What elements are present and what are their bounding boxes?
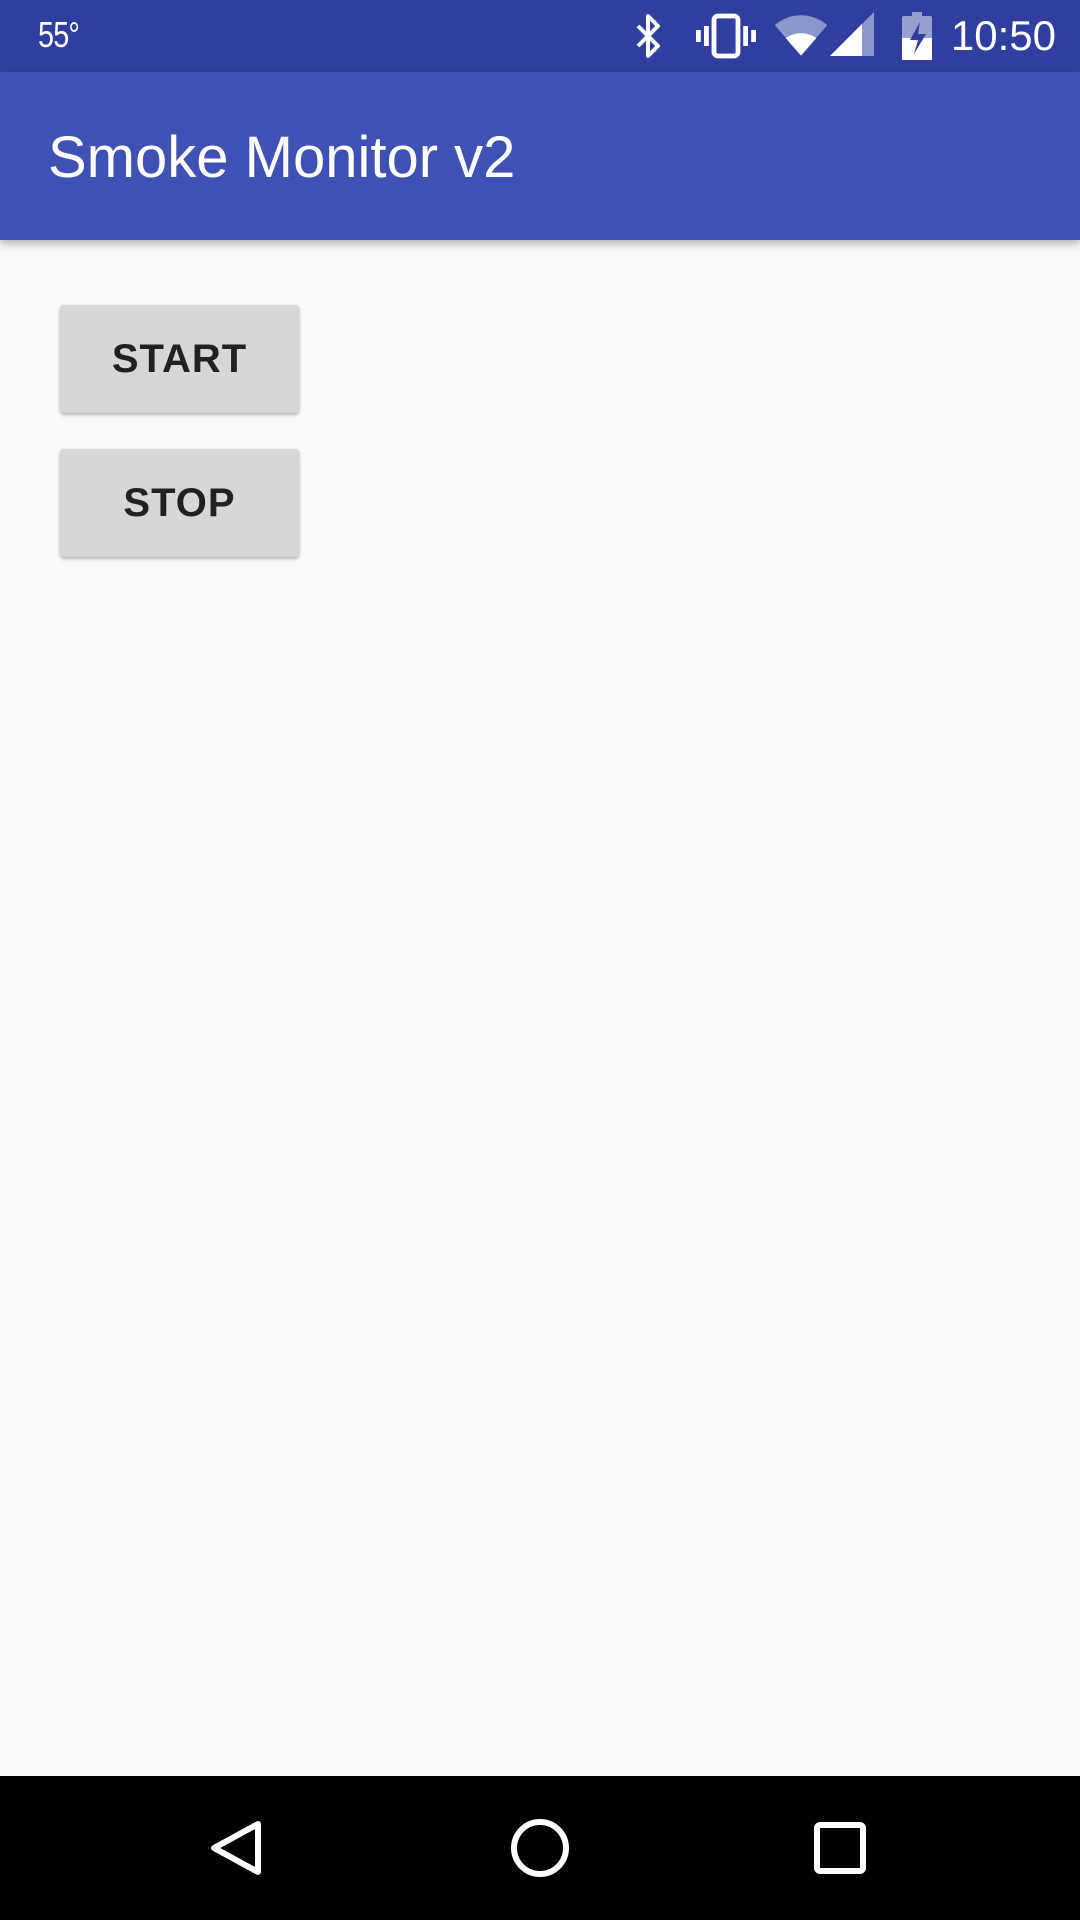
cell-signal-icon bbox=[830, 12, 874, 56]
bluetooth-icon bbox=[636, 14, 660, 58]
vibrate-icon bbox=[696, 13, 756, 59]
back-icon bbox=[211, 1821, 261, 1875]
weather-temperature: 55° bbox=[38, 14, 80, 55]
recents-button[interactable] bbox=[768, 1776, 912, 1920]
wifi-icon bbox=[774, 15, 828, 56]
back-button[interactable] bbox=[168, 1776, 312, 1920]
home-icon bbox=[511, 1819, 569, 1877]
navigation-bar bbox=[0, 1776, 1080, 1920]
stop-button[interactable]: STOP bbox=[60, 449, 299, 557]
main-content: START STOP bbox=[0, 240, 1080, 1776]
home-button[interactable] bbox=[468, 1776, 612, 1920]
status-time: 10:50 bbox=[950, 12, 1056, 59]
app-title: Smoke Monitor v2 bbox=[48, 125, 516, 190]
app-bar: Smoke Monitor v2 bbox=[0, 72, 1080, 240]
battery-charging-icon bbox=[902, 12, 932, 60]
status-bar: 55° 10:50 bbox=[0, 0, 1080, 72]
recents-icon bbox=[814, 1822, 866, 1874]
start-button[interactable]: START bbox=[60, 305, 299, 413]
